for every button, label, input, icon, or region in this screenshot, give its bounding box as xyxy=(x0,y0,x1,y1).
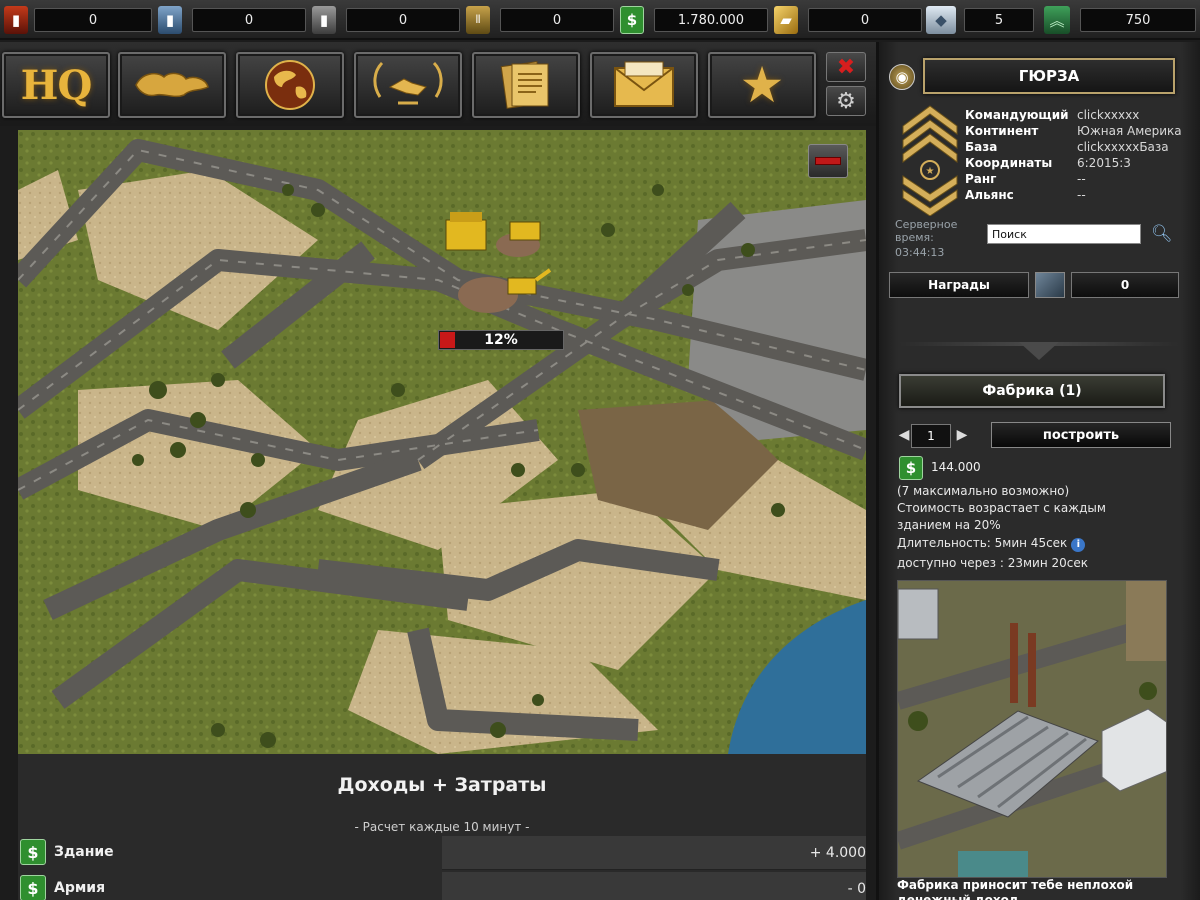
rewards-icon[interactable] xyxy=(1035,272,1065,298)
income-row-value-box: + 4.000 xyxy=(442,836,866,870)
rewards-count: 0 xyxy=(1071,272,1179,298)
resource-oil-value: 0 xyxy=(34,8,152,32)
income-row-label: Здание xyxy=(54,844,114,860)
income-row-value: + 4.000 xyxy=(809,845,866,861)
resource-gold-value: 0 xyxy=(808,8,922,32)
factory-illustration xyxy=(898,581,1166,877)
info-rank-key: Ранг xyxy=(965,172,997,186)
base-map[interactable]: 12% xyxy=(18,130,866,754)
cost-note-line-2: зданием на 20% xyxy=(897,518,1001,532)
chevrons-up-icon: ︽ xyxy=(1044,6,1070,34)
search-icon[interactable]: 🔍︎ xyxy=(1151,224,1173,244)
favorites-button[interactable]: ★ xyxy=(708,52,816,118)
messages-button[interactable] xyxy=(590,52,698,118)
hq-icon: HQ xyxy=(20,61,93,109)
dollar-icon: $ xyxy=(20,875,46,900)
ammo-crate-icon: ⦀ xyxy=(466,6,490,34)
alliance-handshake-icon xyxy=(373,61,443,105)
info-alliance-key: Альянс xyxy=(965,188,1014,202)
info-rank-value: -- xyxy=(1077,172,1086,186)
settings-button[interactable]: ⚙ xyxy=(826,86,866,116)
globe-button[interactable] xyxy=(236,52,344,118)
globe-icon[interactable]: ◉ xyxy=(889,64,915,90)
steel-barrel-icon: ▮ xyxy=(312,6,336,34)
building-title: Фабрика (1) xyxy=(899,374,1165,408)
resource-uranium-value: 0 xyxy=(192,8,306,32)
info-base-value: clickxxxxxБаза xyxy=(1077,140,1169,154)
main-nav: HQ ★ ✖ ⚙ xyxy=(0,42,876,126)
cost-note-line-1: Стоимость возрастает с каждым xyxy=(897,501,1106,515)
dollar-icon: $ xyxy=(20,839,46,865)
envelope-icon xyxy=(614,61,674,107)
income-row-army: $ Армия - 0 xyxy=(18,872,866,900)
minus-icon xyxy=(815,157,841,165)
info-alliance-value: -- xyxy=(1077,188,1086,202)
income-row-label: Армия xyxy=(54,880,106,896)
income-row-value-box: - 0 xyxy=(442,872,866,900)
info-commander-value: clickxxxxx xyxy=(1077,108,1140,122)
dollar-icon: $ xyxy=(620,6,644,34)
info-continent-value: Южная Америка xyxy=(1077,124,1182,138)
world-map-icon xyxy=(135,72,209,98)
construction-progress-bar: 12% xyxy=(438,330,564,350)
income-row-buildings: $ Здание + 4.000 xyxy=(18,836,866,870)
hq-button[interactable]: HQ xyxy=(2,52,110,118)
income-panel: Доходы + Затраты - Расчет каждые 10 мину… xyxy=(18,754,866,900)
reports-button[interactable] xyxy=(472,52,580,118)
info-continent-key: Континент xyxy=(965,124,1039,138)
search-input[interactable] xyxy=(987,224,1141,244)
info-icon[interactable]: i xyxy=(1071,538,1086,552)
max-note: (7 максимально возможно) xyxy=(897,484,1070,498)
info-commander-key: Командующий xyxy=(965,108,1069,122)
building-caption: Фабрика приносит тебе неплохой денежный … xyxy=(897,878,1134,900)
income-title: Доходы + Затраты xyxy=(337,774,547,796)
progress-text: 12% xyxy=(484,332,518,348)
chevron-right-icon[interactable]: ▶ xyxy=(955,422,969,448)
resource-rank-value: 750 xyxy=(1080,8,1196,32)
resource-money-value: 1.780.000 xyxy=(654,8,768,32)
map-terrain xyxy=(18,130,866,754)
dollar-icon: $ xyxy=(899,456,923,480)
oil-barrel-icon: ▮ xyxy=(4,6,28,34)
star-icon: ★ xyxy=(739,56,785,114)
quantity-input[interactable] xyxy=(911,424,951,448)
building-cost: 144.000 xyxy=(931,460,981,474)
documents-icon xyxy=(500,61,549,109)
right-panel: ◉ ГЮРЗА ★ Командующий clickxxxxx Контине… xyxy=(876,42,1200,900)
close-button[interactable]: ✖ xyxy=(826,52,866,82)
chevron-down-icon xyxy=(1019,342,1059,360)
duration-text: Длительность: 5мин 45сек xyxy=(897,536,1068,550)
building-preview-image xyxy=(897,580,1167,878)
build-button[interactable]: построить xyxy=(991,422,1171,448)
duration-row: Длительность: 5мин 45сек i xyxy=(897,536,1086,552)
resource-ammo-value: 0 xyxy=(500,8,614,32)
server-time: 03:44:13 xyxy=(895,246,945,259)
chevron-left-icon[interactable]: ◀ xyxy=(897,422,911,448)
income-row-value: - 0 xyxy=(847,881,866,897)
uranium-barrel-icon: ▮ xyxy=(158,6,182,34)
rank-insignia-icon: ★ xyxy=(902,105,958,216)
diamond-icon: ◆ xyxy=(926,6,956,34)
resource-bar: ▮ 0 ▮ 0 ▮ 0 ⦀ 0 $ 1.780.000 ▰ 0 ◆ 5 ︽ 75… xyxy=(0,0,1200,40)
available-in: доступно через : 23мин 20сек xyxy=(897,556,1088,570)
gear-icon: ⚙ xyxy=(836,88,856,114)
income-subtitle: - Расчет каждые 10 минут - xyxy=(354,820,530,834)
resource-diamonds-value: 5 xyxy=(964,8,1034,32)
map-minimize-button[interactable] xyxy=(808,144,848,178)
close-icon: ✖ xyxy=(836,54,856,80)
server-time-label: Серверное время: xyxy=(895,218,958,244)
player-name: ГЮРЗА xyxy=(923,58,1175,94)
info-base-key: База xyxy=(965,140,998,154)
resource-steel-value: 0 xyxy=(346,8,460,32)
gold-bar-icon: ▰ xyxy=(774,6,798,34)
info-coordinates-key: Координаты xyxy=(965,156,1053,170)
svg-text:★: ★ xyxy=(926,166,935,177)
info-coordinates-value: 6:2015:3 xyxy=(1077,156,1131,170)
globe-icon xyxy=(265,60,315,110)
alliance-button[interactable] xyxy=(354,52,462,118)
rewards-button[interactable]: Награды xyxy=(889,272,1029,298)
world-map-button[interactable] xyxy=(118,52,226,118)
